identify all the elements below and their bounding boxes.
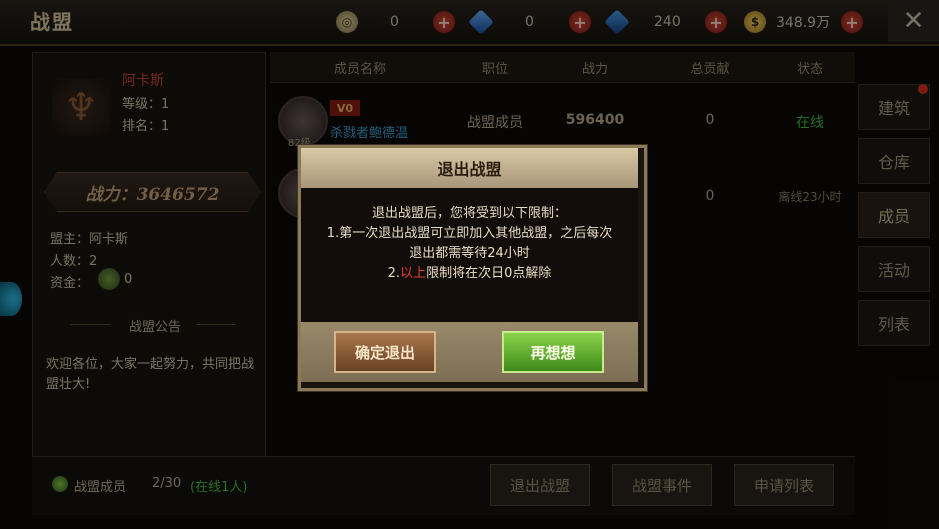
dialog-line-4-suffix: 限制将在次日0点解除 — [426, 266, 552, 281]
dialog-message: 退出战盟后，您将受到以下限制： 1.第一次退出战盟可立即加入其他战盟，之后每次 … — [306, 204, 633, 284]
reconsider-button[interactable]: 再想想 — [502, 331, 604, 373]
dialog-line-4: 2.以上限制将在次日0点解除 — [306, 264, 633, 284]
dialog-line-2: 1.第一次退出战盟可立即加入其他战盟，之后每次 — [326, 226, 613, 241]
dialog-line-4-prefix: 2. — [387, 266, 401, 281]
confirm-leave-button[interactable]: 确定退出 — [334, 331, 436, 373]
dialog-highlight: 以上 — [400, 266, 427, 281]
dialog-line-1: 退出战盟后，您将受到以下限制： — [371, 206, 567, 221]
dialog-line-3: 退出都需等待24小时 — [409, 246, 530, 261]
dialog-title: 退出战盟 — [301, 148, 638, 188]
